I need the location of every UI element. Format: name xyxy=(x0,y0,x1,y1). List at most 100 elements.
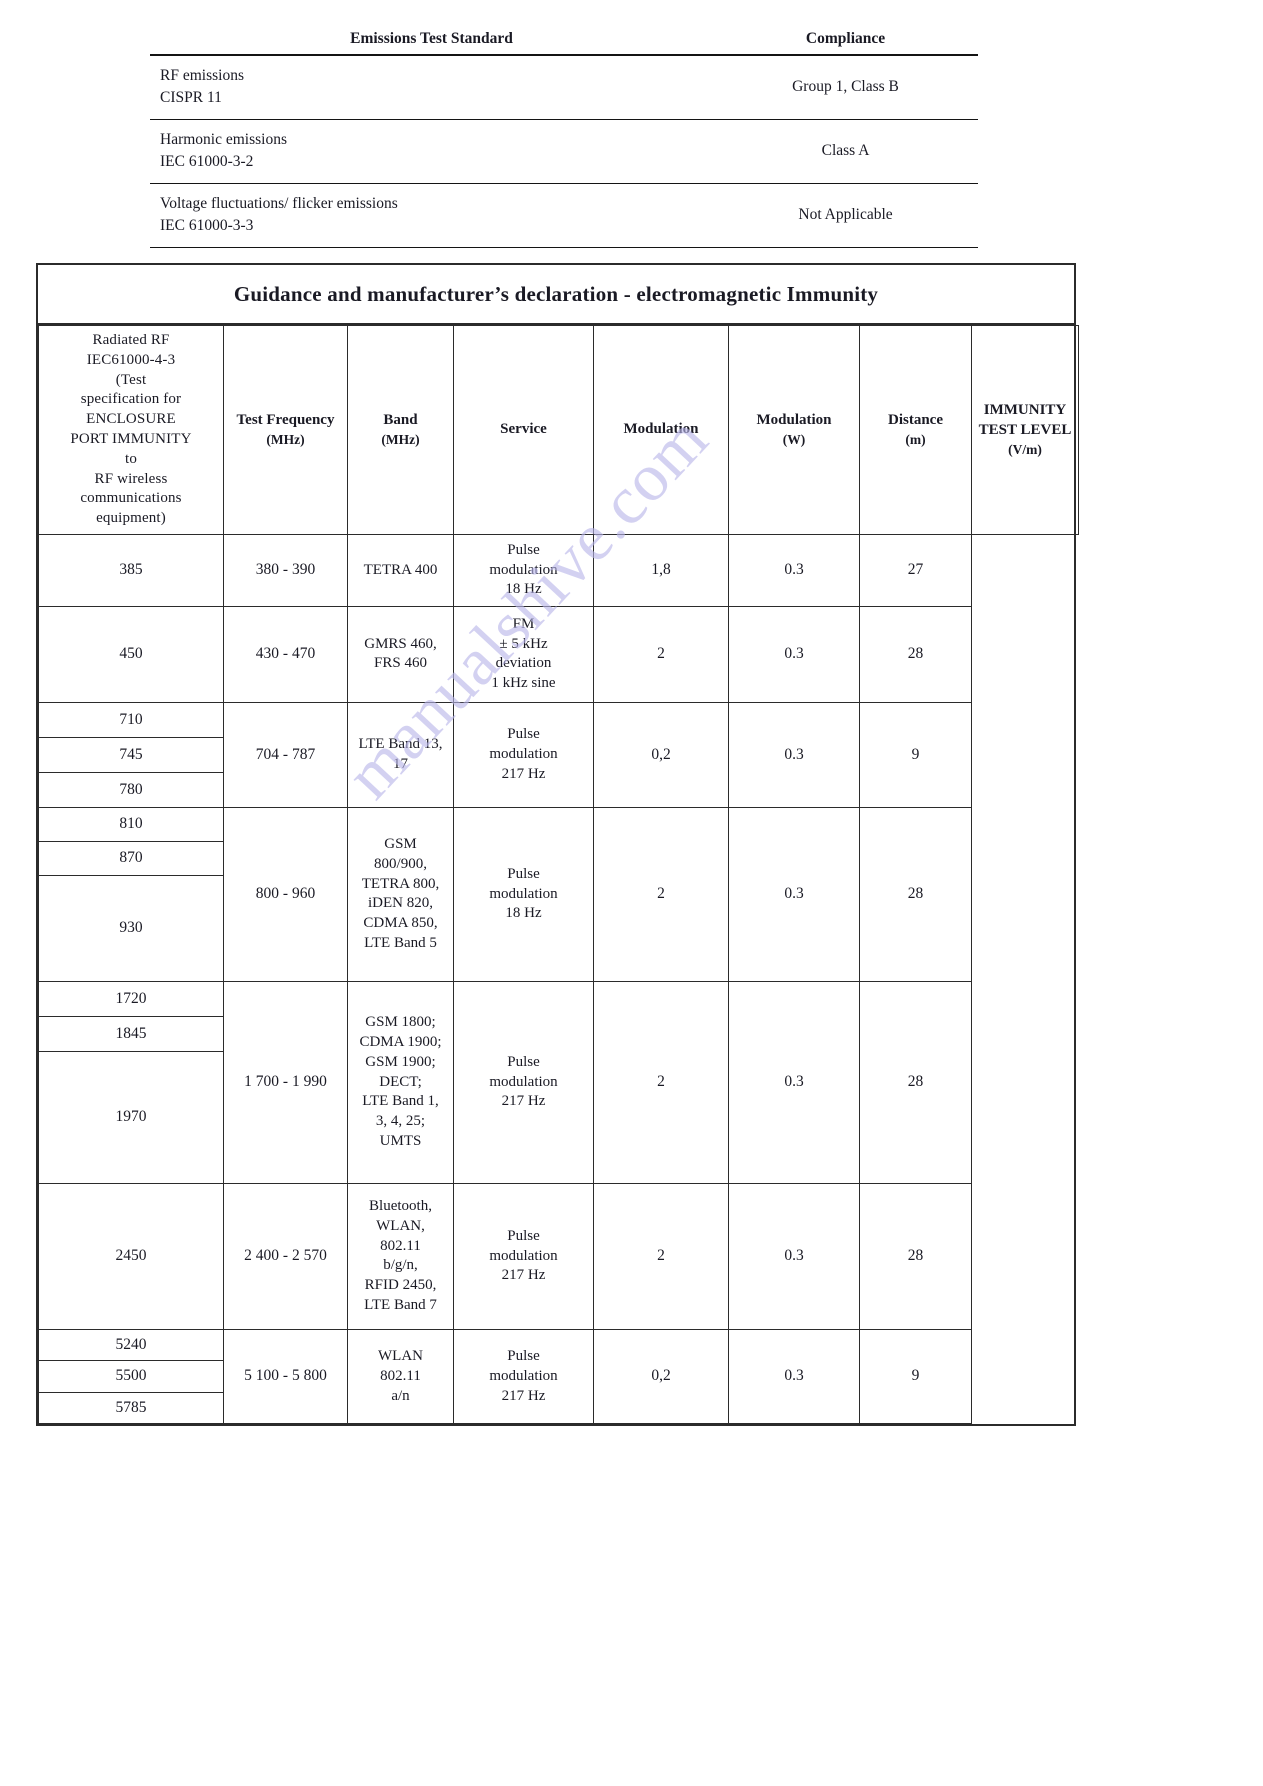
band-cell: 800 - 960 xyxy=(223,806,348,982)
test-frequency-cell: 930 xyxy=(38,874,224,982)
modulation-line: FM xyxy=(512,615,535,632)
distance-cell: 0.3 xyxy=(728,533,860,607)
service-line: UMTS xyxy=(379,1132,422,1149)
band-cell: 5 100 - 5 800 xyxy=(223,1328,348,1425)
header-name: IMMUNITY TEST LEVEL xyxy=(978,402,1072,439)
service-line: 802.11 xyxy=(380,1237,421,1254)
modulation-line: 18 Hz xyxy=(505,581,542,598)
modulation-watts-cell: 0,2 xyxy=(593,1328,729,1425)
table-row: 385 380 - 390 TETRA 400 Pulse modulation… xyxy=(38,533,1079,607)
modulation-line: modulation xyxy=(489,746,558,763)
modulation-line: ± 5 kHz xyxy=(499,635,548,652)
modulation-line: 217 Hz xyxy=(501,1267,546,1284)
header-name: Modulation xyxy=(623,421,699,438)
standard-line: Harmonic emissions xyxy=(160,130,287,148)
modulation-line: 217 Hz xyxy=(501,765,546,782)
side-label-line: Radiated RF xyxy=(92,332,170,348)
test-frequency-cell: 5500 xyxy=(38,1360,224,1393)
header-name: Distance xyxy=(888,412,943,429)
band-cell: 2 400 - 2 570 xyxy=(223,1182,348,1330)
test-frequency-cell: 5785 xyxy=(38,1391,224,1425)
service-line: LTE Band 5 xyxy=(364,935,437,952)
table-row: 710 704 - 787 LTE Band 13, 17 Pulse modu… xyxy=(38,701,1079,808)
table-row: 450 430 - 470 GMRS 460, FRS 460 FM ± 5 k… xyxy=(38,605,1079,703)
table-row: 810 800 - 960 GSM 800/900, TETRA 800, iD… xyxy=(38,806,1079,982)
band-line: 5 100 - 5 800 xyxy=(244,1367,327,1385)
emissions-standard-cell: Voltage fluctuations/ flicker emissions … xyxy=(150,183,714,248)
emissions-compliance-cell: Group 1, Class B xyxy=(713,55,978,120)
service-line: GSM 1800; xyxy=(365,1014,436,1031)
column-header-service: Service xyxy=(453,325,594,535)
service-line: GSM xyxy=(384,836,417,853)
immunity-test-level-cell: 9 xyxy=(859,701,972,808)
header-unit: (V/m) xyxy=(1008,441,1042,457)
table-row: RF emissions CISPR 11 Group 1, Class B xyxy=(150,55,978,120)
band-cell: 704 - 787 xyxy=(223,701,348,808)
service-line: GMRS 460, xyxy=(364,635,437,652)
immunity-side-label-cell: Radiated RF IEC61000-4-3 (Test specifica… xyxy=(38,325,224,535)
band-cell: 380 - 390 xyxy=(223,533,348,607)
emissions-header-compliance: Compliance xyxy=(713,30,978,56)
modulation-watts-cell: 2 xyxy=(593,605,729,703)
modulation-watts-cell: 1,8 xyxy=(593,533,729,607)
column-header-band: Band (MHz) xyxy=(347,325,454,535)
header-name: Service xyxy=(500,421,547,438)
modulation-cell: Pulse modulation 217 Hz xyxy=(453,1328,594,1425)
service-line: DECT; xyxy=(379,1073,422,1090)
emissions-table-body: RF emissions CISPR 11 Group 1, Class B H… xyxy=(150,55,978,248)
distance-cell: 0.3 xyxy=(728,980,860,1184)
distance-cell: 0.3 xyxy=(728,701,860,808)
standard-line: CISPR 11 xyxy=(160,89,222,107)
immunity-test-level-cell: 28 xyxy=(859,605,972,703)
modulation-watts-cell: 0,2 xyxy=(593,701,729,808)
test-frequency-cell: 710 xyxy=(38,701,224,738)
side-label-line: specification for xyxy=(80,391,182,408)
service-line: iDEN 820, xyxy=(368,895,433,912)
modulation-watts-cell: 2 xyxy=(593,1182,729,1330)
band-cell: 1 700 - 1 990 xyxy=(223,980,348,1184)
immunity-test-level-cell: 9 xyxy=(859,1328,972,1425)
service-line: 802.11 xyxy=(380,1367,421,1384)
test-frequency-cell: 1720 xyxy=(38,980,224,1017)
modulation-line: modulation xyxy=(489,1073,558,1090)
modulation-line: Pulse xyxy=(507,1053,540,1070)
service-line: Bluetooth, xyxy=(369,1198,432,1215)
side-label-line: equipment) xyxy=(96,510,166,527)
test-frequency-cell: 2450 xyxy=(38,1182,224,1330)
table-row: 2450 2 400 - 2 570 Bluetooth, WLAN, 802.… xyxy=(38,1182,1079,1330)
service-line: a/n xyxy=(391,1387,410,1404)
test-frequency-cell: 780 xyxy=(38,771,224,808)
test-frequency-cell: 385 xyxy=(38,533,224,607)
header-unit: (W) xyxy=(782,431,806,447)
immunity-header-row: Radiated RF IEC61000-4-3 (Test specifica… xyxy=(38,325,1079,535)
service-line: TETRA 800, xyxy=(361,875,440,892)
service-cell: GSM 800/900, TETRA 800, iDEN 820, CDMA 8… xyxy=(347,806,454,982)
immunity-table-title: Guidance and manufacturer’s declaration … xyxy=(38,265,1074,325)
service-line: WLAN xyxy=(378,1347,423,1364)
emissions-compliance-cell: Not Applicable xyxy=(713,183,978,248)
immunity-table-head: Radiated RF IEC61000-4-3 (Test specifica… xyxy=(38,325,1079,535)
immunity-test-level-cell: 27 xyxy=(859,533,972,607)
immunity-test-level-cell: 28 xyxy=(859,1182,972,1330)
emissions-test-standard-table: Emissions Test Standard Compliance RF em… xyxy=(150,30,978,248)
modulation-watts-cell: 2 xyxy=(593,806,729,982)
table-row: Harmonic emissions IEC 61000-3-2 Class A xyxy=(150,119,978,184)
modulation-line: modulation xyxy=(489,885,558,902)
emissions-compliance-cell: Class A xyxy=(713,119,978,184)
modulation-line: modulation xyxy=(489,1247,558,1264)
side-label-line: communications xyxy=(80,490,182,507)
column-header-modulation-watts: Modulation (W) xyxy=(728,325,860,535)
table-row: 1720 1 700 - 1 990 GSM 1800; CDMA 1900; … xyxy=(38,980,1079,1184)
distance-cell: 0.3 xyxy=(728,1182,860,1330)
service-line: LTE Band 13, xyxy=(358,736,443,753)
service-cell: LTE Band 13, 17 xyxy=(347,701,454,808)
table-row: Voltage fluctuations/ flicker emissions … xyxy=(150,183,978,248)
emissions-table-container: Emissions Test Standard Compliance RF em… xyxy=(150,30,978,248)
test-frequency-cell: 1845 xyxy=(38,1015,224,1052)
side-label-line: IEC61000-4-3 xyxy=(86,351,176,368)
service-line: LTE Band 7 xyxy=(364,1297,437,1314)
test-frequency-cell: 5240 xyxy=(38,1328,224,1362)
band-cell: 430 - 470 xyxy=(223,605,348,703)
distance-cell: 0.3 xyxy=(728,605,860,703)
immunity-test-level-cell: 28 xyxy=(859,806,972,982)
